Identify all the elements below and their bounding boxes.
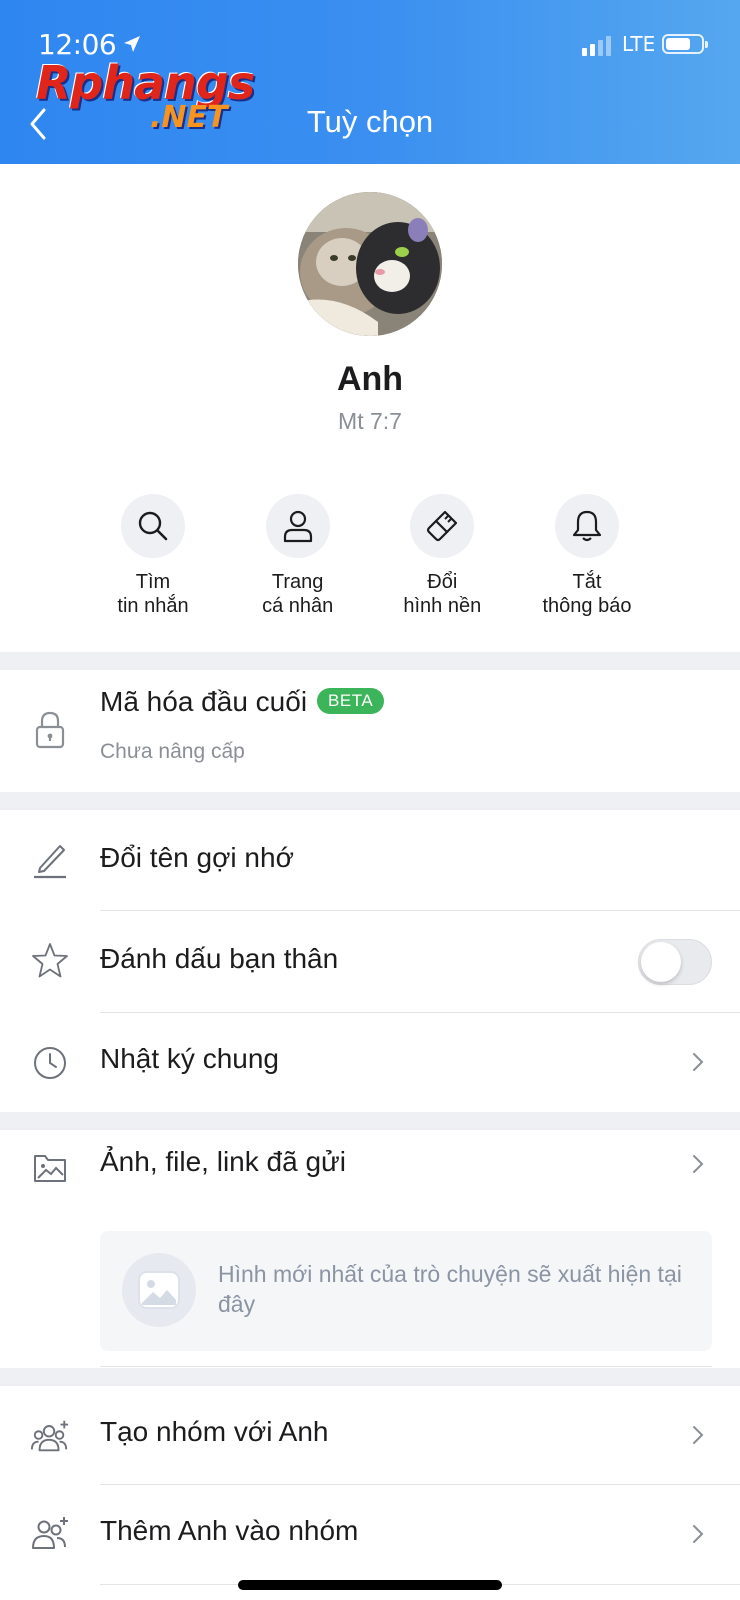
pencil-icon [30, 840, 70, 880]
encryption-section[interactable]: Mã hóa đầu cuối BETA Chưa nâng cấp [0, 670, 740, 792]
media-empty-text: Hình mới nhất của trò chuyện sẽ xuất hiệ… [218, 1261, 682, 1317]
search-icon [121, 494, 185, 558]
divider [100, 1366, 712, 1367]
paintbrush-icon [410, 494, 475, 558]
encryption-status: Chưa nâng cấp [100, 740, 245, 763]
add-to-group-label: Thêm Anh vào nhóm [100, 1515, 359, 1546]
rename-label: Đổi tên gợi nhớ [100, 842, 294, 873]
media-label: Ảnh, file, link đã gửi [100, 1146, 346, 1177]
image-placeholder-icon [122, 1253, 196, 1327]
profile-card: Anh Mt 7:7 Tìm tin nhắn Trang cá nhân Đổi h… [0, 164, 740, 652]
group-section: Tạo nhóm với Anh Thêm Anh vào nhóm [0, 1386, 740, 1600]
create-group-row[interactable]: Tạo nhóm với Anh [0, 1386, 740, 1484]
person-icon [265, 494, 330, 558]
rename-row[interactable]: Đổi tên gợi nhớ [0, 810, 740, 910]
best-friend-toggle[interactable] [638, 939, 712, 985]
chevron-right-icon [693, 1525, 704, 1543]
battery-icon [662, 34, 708, 54]
beta-badge: BETA [317, 687, 385, 714]
action-label-line1: Đổi [427, 571, 458, 593]
group-add-icon [30, 1416, 70, 1456]
options-section: Đổi tên gợi nhớ Đánh dấu bạn thân Nhật k… [0, 810, 740, 1112]
create-group-label: Tạo nhóm với Anh [100, 1416, 329, 1447]
journal-label: Nhật ký chung [100, 1043, 279, 1074]
quick-actions: Tìm tin nhắn Trang cá nhân Đổi hình nền Tắt… [83, 494, 657, 618]
action-mute-notifications[interactable]: Tắt thông báo [517, 494, 657, 618]
encryption-title: Mã hóa đầu cuối [100, 686, 308, 717]
best-friend-row: Đánh dấu bạn thân [0, 911, 740, 1012]
action-label-line2: thông báo [542, 595, 632, 617]
chevron-right-icon [693, 1053, 704, 1071]
media-row[interactable]: Ảnh, file, link đã gửi [0, 1130, 740, 1220]
best-friend-label: Đánh dấu bạn thân [100, 943, 339, 974]
action-label-line1: Tìm [135, 571, 171, 593]
action-label-line2: hình nền [403, 595, 482, 617]
add-to-group-row[interactable]: Thêm Anh vào nhóm [0, 1485, 740, 1585]
gallery-icon [30, 1148, 70, 1188]
action-label-line1: Trang [271, 571, 324, 593]
media-preview-empty[interactable]: Hình mới nhất của trò chuyện sẽ xuất hiệ… [100, 1231, 712, 1351]
journal-row[interactable]: Nhật ký chung [0, 1013, 740, 1112]
clock-icon [30, 1043, 70, 1083]
avatar[interactable] [298, 192, 442, 336]
location-arrow-icon [124, 36, 140, 52]
network-type: LTE [622, 32, 656, 56]
lock-icon [30, 710, 70, 750]
profile-subtitle: Mt 7:7 [338, 408, 402, 434]
action-label-line2: cá nhân [262, 595, 334, 617]
action-search-messages[interactable]: Tìm tin nhắn [83, 494, 223, 618]
signal-icon [582, 36, 611, 56]
encryption-label: Mã hóa đầu cuối BETA [100, 686, 385, 718]
home-indicator[interactable] [238, 1580, 502, 1590]
chevron-right-icon [693, 1426, 704, 1444]
action-profile[interactable]: Trang cá nhân [228, 494, 368, 618]
profile-name: Anh [336, 360, 404, 398]
star-icon [30, 941, 70, 981]
action-change-wallpaper[interactable]: Đổi hình nền [372, 494, 512, 618]
page-title: Tuỳ chọn [306, 104, 434, 139]
action-label-line2: tin nhắn [117, 595, 189, 617]
bell-icon [554, 494, 619, 558]
header-bar: 12:06 LTE Rphangs .NET Tuỳ chọn [0, 0, 740, 164]
chevron-right-icon [693, 1155, 704, 1173]
action-label-line1: Tắt [572, 571, 602, 593]
person-add-icon [30, 1513, 70, 1553]
